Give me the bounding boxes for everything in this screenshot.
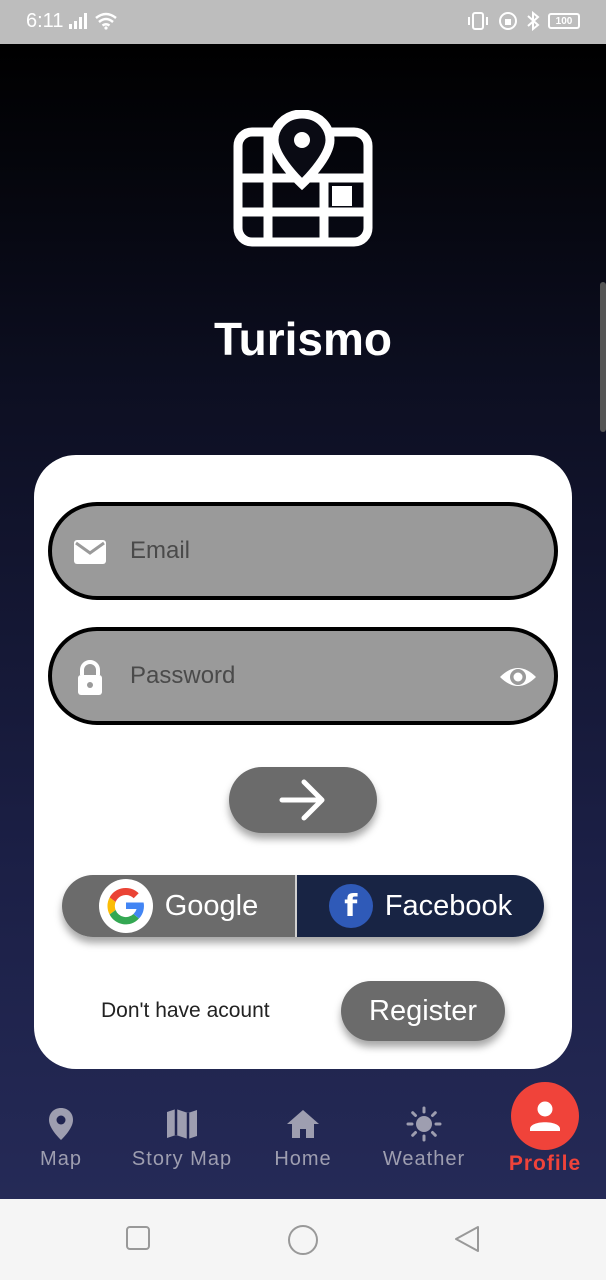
person-icon (530, 1101, 560, 1131)
eye-icon[interactable] (498, 659, 538, 695)
map-pin-icon (233, 110, 373, 247)
hotspot-icon (499, 12, 517, 30)
google-logo-icon (98, 879, 153, 933)
nav-label-profile: Profile (508, 1152, 582, 1175)
nav-item-home[interactable]: Home (243, 1106, 363, 1171)
app-screen: Turismo Email Google f Facebook Don't ha… (0, 44, 606, 1199)
location-pin-icon (49, 1108, 73, 1140)
nav-item-map[interactable]: Map (1, 1106, 121, 1171)
lock-icon (78, 660, 102, 695)
password-input[interactable] (130, 631, 470, 721)
mail-icon (74, 540, 106, 564)
register-row: Don't have acount Register (34, 981, 572, 1043)
email-field[interactable] (48, 502, 558, 600)
login-card: Google f Facebook Don't have acount Regi… (34, 455, 572, 1069)
home-icon (287, 1110, 319, 1138)
vibrate-icon (468, 12, 488, 30)
no-account-text: Don't have acount (101, 999, 270, 1022)
app-title: Turismo (213, 313, 393, 365)
nav-label-map: Map (40, 1148, 82, 1170)
google-login-button[interactable]: Google (62, 875, 297, 937)
nav-item-story-map[interactable]: Story Map (122, 1106, 242, 1171)
bottom-nav: Map Story Map Home Weather Profile (0, 1080, 606, 1199)
profile-active-indicator (511, 1082, 579, 1150)
facebook-logo-icon: f (328, 884, 373, 928)
wifi-icon (95, 12, 117, 30)
scrollbar[interactable] (600, 282, 606, 432)
system-nav-bar (0, 1199, 606, 1280)
facebook-login-button[interactable]: f Facebook (297, 875, 544, 937)
home-button-icon[interactable] (286, 1225, 320, 1259)
back-icon[interactable] (452, 1225, 482, 1255)
nav-label-home: Home (274, 1148, 332, 1170)
folded-map-icon (167, 1109, 197, 1139)
status-bar: 6:11 100 (0, 0, 606, 44)
submit-button[interactable] (229, 767, 377, 833)
signal-icon (69, 13, 87, 29)
nav-label-story-map: Story Map (131, 1148, 233, 1170)
email-input[interactable] (130, 506, 470, 596)
arrow-right-icon (279, 779, 325, 821)
nav-label-weather: Weather (382, 1148, 466, 1170)
status-time: 6:11 (26, 10, 64, 32)
nav-item-profile[interactable]: Profile (485, 1080, 605, 1176)
password-field[interactable] (48, 627, 558, 725)
sun-icon (406, 1106, 442, 1142)
facebook-label: Facebook (384, 889, 513, 922)
battery-level: 100 (555, 15, 573, 27)
register-button[interactable]: Register (341, 981, 505, 1041)
battery-icon: 100 (548, 13, 580, 29)
google-label: Google (164, 889, 259, 922)
recent-apps-icon[interactable] (125, 1225, 153, 1253)
nav-item-weather[interactable]: Weather (364, 1106, 484, 1171)
bluetooth-icon (527, 11, 540, 31)
social-login-group: Google f Facebook (62, 875, 544, 937)
